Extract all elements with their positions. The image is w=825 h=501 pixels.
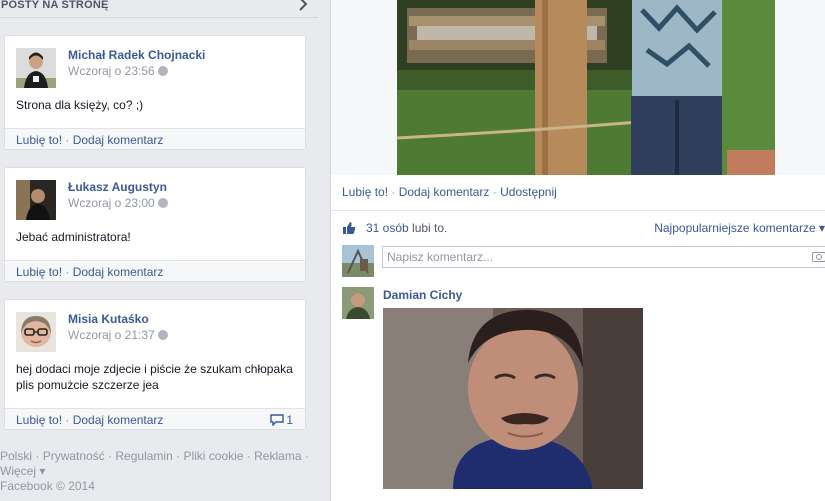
share-button[interactable]: Udostępnij bbox=[500, 185, 557, 199]
separator: · bbox=[32, 449, 43, 463]
photo-actions: Lubię to! · Dodaj komentarz · Udostępnij bbox=[342, 185, 557, 199]
photo-stage bbox=[331, 0, 825, 175]
page-post: Łukasz Augustyn Wczoraj o 23:00 Jebać ad… bbox=[4, 167, 306, 282]
footer-link-cookies[interactable]: Pliki cookie bbox=[183, 449, 243, 463]
separator: · bbox=[62, 133, 73, 147]
post-photo[interactable] bbox=[397, 0, 775, 175]
globe-icon bbox=[157, 330, 168, 340]
footer-copyright: Facebook © 2014 bbox=[0, 479, 95, 493]
separator: · bbox=[62, 265, 73, 279]
chevron-right-icon[interactable] bbox=[298, 0, 308, 15]
post-text: hej dodaci moje zdjecie i piście że szuk… bbox=[16, 362, 293, 392]
posts-section-title: POSTY NA STRONĘ bbox=[1, 0, 109, 11]
separator: · bbox=[243, 449, 255, 463]
post-actions: Lubię to! · Dodaj komentarz bbox=[5, 260, 305, 281]
comment-author[interactable]: Damian Cichy bbox=[383, 288, 462, 302]
post-author[interactable]: Łukasz Augustyn bbox=[68, 180, 167, 194]
footer-link-ads[interactable]: Reklama bbox=[254, 449, 301, 463]
post-time-text[interactable]: Wczoraj o 23:56 bbox=[68, 64, 155, 78]
thumbs-up-icon bbox=[342, 221, 356, 235]
post-author[interactable]: Misia Kutaśko bbox=[68, 312, 149, 326]
page-posts-column: POSTY NA STRONĘ Michał Radek Chojnacki W… bbox=[0, 0, 318, 501]
avatar[interactable] bbox=[16, 180, 56, 220]
separator: · bbox=[489, 185, 501, 199]
add-comment-button[interactable]: Dodaj komentarz bbox=[73, 133, 164, 147]
avatar[interactable] bbox=[16, 312, 56, 352]
posts-section-header: POSTY NA STRONĘ bbox=[0, 0, 318, 18]
comment-bubble-icon bbox=[270, 414, 285, 427]
avatar[interactable] bbox=[342, 287, 374, 319]
likes-count-suffix: lubi to. bbox=[408, 221, 448, 235]
page-post: Michał Radek Chojnacki Wczoraj o 23:56 S… bbox=[4, 35, 306, 150]
add-comment-button[interactable]: Dodaj komentarz bbox=[73, 413, 164, 427]
globe-icon bbox=[157, 66, 168, 76]
separator: · bbox=[388, 185, 399, 199]
post-time-text[interactable]: Wczoraj o 23:00 bbox=[68, 196, 155, 210]
likes-count[interactable]: 31 osób lubi to. bbox=[366, 221, 447, 235]
post-text: Jebać administratora! bbox=[16, 230, 131, 244]
footer-link-terms[interactable]: Regulamin bbox=[115, 449, 172, 463]
post-text: Strona dla księży, co? ;) bbox=[16, 98, 144, 112]
post-actions: Lubię to! · Dodaj komentarz bbox=[5, 128, 305, 149]
post-timestamp[interactable]: Wczoraj o 23:00 bbox=[68, 196, 168, 210]
like-button[interactable]: Lubię to! bbox=[16, 265, 62, 279]
separator: · bbox=[301, 449, 309, 463]
post-actions: Lubię to! · Dodaj komentarz 1 bbox=[5, 408, 305, 429]
page-post: Misia Kutaśko Wczoraj o 21:37 hej dodaci… bbox=[4, 299, 306, 430]
page-footer: Polski · Prywatność · Regulamin · Pliki … bbox=[0, 449, 318, 494]
comment-composer bbox=[342, 245, 825, 277]
like-button[interactable]: Lubię to! bbox=[342, 185, 388, 199]
like-button[interactable]: Lubię to! bbox=[16, 133, 62, 147]
post-timestamp[interactable]: Wczoraj o 21:37 bbox=[68, 328, 168, 342]
likes-count-number[interactable]: 31 osób bbox=[366, 221, 409, 235]
footer-link-more[interactable]: Więcej ▾ bbox=[0, 464, 45, 478]
comment-count-value[interactable]: 1 bbox=[286, 413, 293, 427]
photo-viewer-panel: Lubię to! · Dodaj komentarz · Udostępnij… bbox=[330, 0, 825, 501]
separator: · bbox=[62, 413, 73, 427]
post-author[interactable]: Michał Radek Chojnacki bbox=[68, 48, 205, 62]
like-button[interactable]: Lubię to! bbox=[16, 413, 62, 427]
footer-link-privacy[interactable]: Prywatność bbox=[43, 449, 105, 463]
add-comment-button[interactable]: Dodaj komentarz bbox=[73, 265, 164, 279]
comment-input[interactable] bbox=[382, 246, 825, 268]
avatar bbox=[342, 245, 374, 277]
globe-icon bbox=[157, 198, 168, 208]
divider bbox=[331, 210, 825, 211]
post-timestamp[interactable]: Wczoraj o 23:56 bbox=[68, 64, 168, 78]
separator: · bbox=[104, 449, 116, 463]
post-time-text[interactable]: Wczoraj o 21:37 bbox=[68, 328, 155, 342]
separator: · bbox=[172, 449, 184, 463]
add-comment-button[interactable]: Dodaj komentarz bbox=[399, 185, 490, 199]
comment-photo[interactable] bbox=[383, 308, 643, 489]
comment-count[interactable]: 1 bbox=[270, 413, 293, 427]
comment: Damian Cichy bbox=[342, 287, 825, 497]
footer-link-language[interactable]: Polski bbox=[0, 449, 32, 463]
avatar[interactable] bbox=[16, 48, 56, 88]
camera-icon[interactable] bbox=[812, 252, 825, 262]
comment-sort-dropdown[interactable]: Najpopularniejsze komentarze ▾ bbox=[654, 221, 825, 235]
